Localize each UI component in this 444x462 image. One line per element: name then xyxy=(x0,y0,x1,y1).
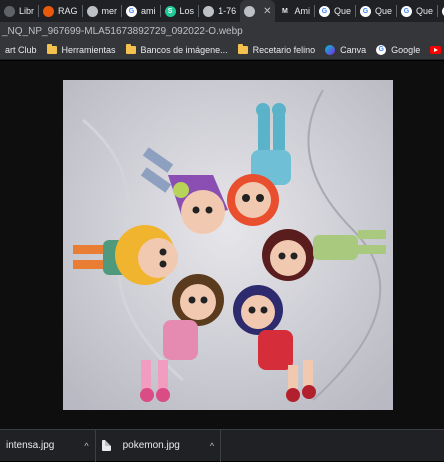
bookmark-label: Canva xyxy=(340,44,367,55)
tab-label: Libr xyxy=(19,6,35,16)
bookmark-label: Herramientas xyxy=(61,44,116,55)
bookmark-item[interactable]: art Club xyxy=(0,45,42,55)
file-icon xyxy=(86,5,98,17)
bookmark-item[interactable]: Herramientas xyxy=(42,43,121,55)
tab-label: Que xyxy=(374,6,392,16)
bookmark-item[interactable]: YouTube xyxy=(425,45,444,55)
tab[interactable]: M Ami xyxy=(275,0,314,22)
bookmark-icon xyxy=(4,5,15,17)
folder-icon xyxy=(46,43,57,54)
tab[interactable]: 1-76 xyxy=(199,0,240,22)
tab[interactable]: RAG xyxy=(39,0,82,22)
tab[interactable]: GQue xyxy=(438,0,444,22)
bookmark-label: Bancos de imágene... xyxy=(140,44,228,55)
url-text[interactable]: _NQ_NP_967699-MLA51673892729_092022-O.we… xyxy=(2,26,243,37)
tab-label: Los xyxy=(179,6,195,16)
bookmark-item[interactable]: G Google xyxy=(371,44,425,55)
google-icon: G xyxy=(318,5,330,17)
address-bar[interactable]: _NQ_NP_967699-MLA51673892729_092022-O.we… xyxy=(0,22,444,40)
downloads-bar: intensa.jpg ^ pokemon.jpg ^ xyxy=(0,429,444,462)
canva-icon xyxy=(325,44,336,55)
youtube-icon xyxy=(430,45,442,54)
tab-label: RAG xyxy=(58,6,78,16)
folder-icon xyxy=(125,43,136,54)
download-item[interactable]: intensa.jpg ^ xyxy=(0,429,96,462)
tab[interactable]: Gami xyxy=(122,0,160,22)
tab[interactable]: mer xyxy=(83,0,122,22)
tab-label: mer xyxy=(101,6,118,16)
google-icon: G xyxy=(126,5,138,17)
photo-illustration xyxy=(63,80,393,410)
tab[interactable]: Libr xyxy=(0,0,38,22)
google-icon: G xyxy=(359,5,371,17)
globe-icon xyxy=(203,5,215,17)
tab[interactable]: GQue xyxy=(315,0,355,22)
download-filename: pokemon.jpg xyxy=(122,440,180,451)
google-icon: G xyxy=(401,5,412,17)
tab[interactable]: S Los xyxy=(161,0,199,22)
tab-strip: LibrRAGmerGamiSLos1-76✕MAmiGQueGQueGQueG… xyxy=(0,0,444,22)
m-icon: M xyxy=(282,7,288,15)
tab-label: Que xyxy=(333,6,351,16)
fire-icon xyxy=(43,5,55,17)
folder-icon xyxy=(237,43,248,54)
amigurumi-dolls-photo xyxy=(63,80,393,410)
google-icon: G xyxy=(376,44,387,55)
bookmark-item[interactable]: Canva xyxy=(320,44,371,55)
tab-label: 1-76 xyxy=(218,6,237,16)
tab-label: Ami xyxy=(294,6,310,16)
bookmark-label: Recetario felino xyxy=(252,44,316,55)
tab[interactable]: ✕ xyxy=(240,0,276,22)
tab-label: ami xyxy=(141,6,156,16)
file-icon xyxy=(101,440,111,451)
chevron-up-icon[interactable]: ^ xyxy=(84,441,88,451)
globe-icon xyxy=(244,5,256,17)
tab[interactable]: G Que xyxy=(397,0,437,22)
tab-label: Que xyxy=(416,6,434,16)
download-filename: intensa.jpg xyxy=(6,440,55,451)
chevron-up-icon[interactable]: ^ xyxy=(210,441,214,451)
bookmark-label: Google xyxy=(391,44,421,55)
download-item[interactable]: pokemon.jpg ^ xyxy=(96,429,222,462)
s-icon: S xyxy=(164,5,176,17)
close-icon[interactable]: ✕ xyxy=(263,6,271,17)
bookmark-item[interactable]: Recetario felino xyxy=(233,43,321,55)
bookmarks-bar: art Club Herramientas Bancos de imágene...… xyxy=(0,40,444,60)
bookmark-item[interactable]: Bancos de imágene... xyxy=(121,43,233,55)
tab[interactable]: GQue xyxy=(356,0,396,22)
bookmark-label: art Club xyxy=(5,44,37,55)
